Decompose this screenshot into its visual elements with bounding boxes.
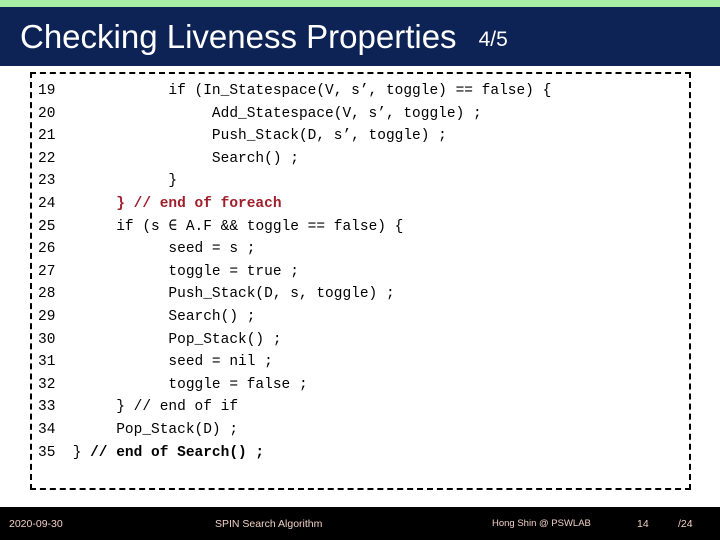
code-line: 34 Pop_Stack(D) ; [32, 419, 689, 442]
footer-page-total: /24 [678, 518, 693, 530]
code-line: 31 seed = nil ; [32, 351, 689, 374]
code-line-number: 28 [38, 286, 56, 303]
code-line: 19 if (In_Statespace(V, s’, toggle) == f… [32, 80, 689, 103]
code-line-text: if (In_Statespace(V, s’, toggle) == fals… [64, 83, 552, 99]
code-line: 30 Pop_Stack() ; [32, 329, 689, 352]
code-line-text: if (s ∈ A.F && toggle == false) { [64, 218, 404, 235]
code-line-number: 23 [38, 173, 56, 190]
code-line: 24 } // end of foreach [32, 193, 689, 216]
code-line-number: 19 [38, 83, 56, 99]
code-line-number: 34 [38, 421, 56, 438]
code-line-number: 31 [38, 354, 56, 371]
code-line: 23 } [32, 170, 689, 193]
code-line-text: seed = s ; [64, 241, 256, 258]
code-line: 22 Search() ; [32, 148, 689, 171]
code-line-text: Push_Stack(D, s, toggle) ; [64, 286, 395, 303]
slide-counter: 4/5 [478, 28, 508, 51]
code-line-number: 32 [38, 376, 56, 393]
page-title: Checking Liveness Properties [20, 18, 457, 55]
code-line: 35 } // end of Search() ; [32, 442, 689, 465]
footer-author: Hong Shin @ PSWLAB [492, 518, 591, 529]
top-accent-strip [0, 0, 720, 7]
code-line-number: 30 [38, 331, 56, 348]
code-line-text: } // end of foreach [64, 195, 282, 212]
code-listing-panel: 19 if (In_Statespace(V, s’, toggle) == f… [30, 72, 691, 490]
code-line-number: 26 [38, 241, 56, 258]
code-line: 29 Search() ; [32, 306, 689, 329]
code-line-text: Push_Stack(D, s’, toggle) ; [64, 128, 447, 145]
code-line-text: toggle = false ; [64, 376, 308, 393]
code-line-text: toggle = true ; [64, 263, 299, 280]
code-line-number: 25 [38, 218, 56, 235]
code-line-number: 33 [38, 399, 56, 416]
code-line-text: seed = nil ; [64, 354, 273, 371]
code-line-text: Search() ; [64, 308, 256, 325]
code-line-number: 22 [38, 150, 56, 167]
code-line-number: 29 [38, 308, 56, 325]
code-line-text: } [64, 173, 178, 190]
footer-page-number: 14 [637, 518, 649, 530]
code-line-number: 21 [38, 128, 56, 145]
code-line: 25 if (s ∈ A.F && toggle == false) { [32, 216, 689, 239]
code-line: 26 seed = s ; [32, 238, 689, 261]
code-line: 28 Push_Stack(D, s, toggle) ; [32, 283, 689, 306]
footer-subject: SPIN Search Algorithm [215, 518, 323, 530]
code-line: 33 } // end of if [32, 396, 689, 419]
code-line: 32 toggle = false ; [32, 374, 689, 397]
code-line-number: 35 [38, 444, 56, 461]
footer-bar: 2020-09-30 SPIN Search Algorithm Hong Sh… [0, 507, 720, 540]
code-line-text: } // end of Search() ; [64, 444, 265, 461]
code-line-text: Pop_Stack() ; [64, 331, 282, 348]
code-line-text: } // end of if [64, 399, 239, 416]
slide-title-bar: Checking Liveness Properties 4/5 [0, 7, 720, 66]
code-line-number: 24 [38, 195, 56, 212]
code-line-text: Add_Statespace(V, s’, toggle) ; [64, 105, 482, 122]
code-line-text: Pop_Stack(D) ; [64, 421, 239, 438]
code-line-number: 20 [38, 105, 56, 122]
footer-date: 2020-09-30 [9, 518, 63, 530]
code-line: 21 Push_Stack(D, s’, toggle) ; [32, 125, 689, 148]
code-line-text: Search() ; [64, 150, 299, 167]
code-line-number: 27 [38, 263, 56, 280]
code-line: 27 toggle = true ; [32, 261, 689, 284]
code-line: 20 Add_Statespace(V, s’, toggle) ; [32, 103, 689, 126]
